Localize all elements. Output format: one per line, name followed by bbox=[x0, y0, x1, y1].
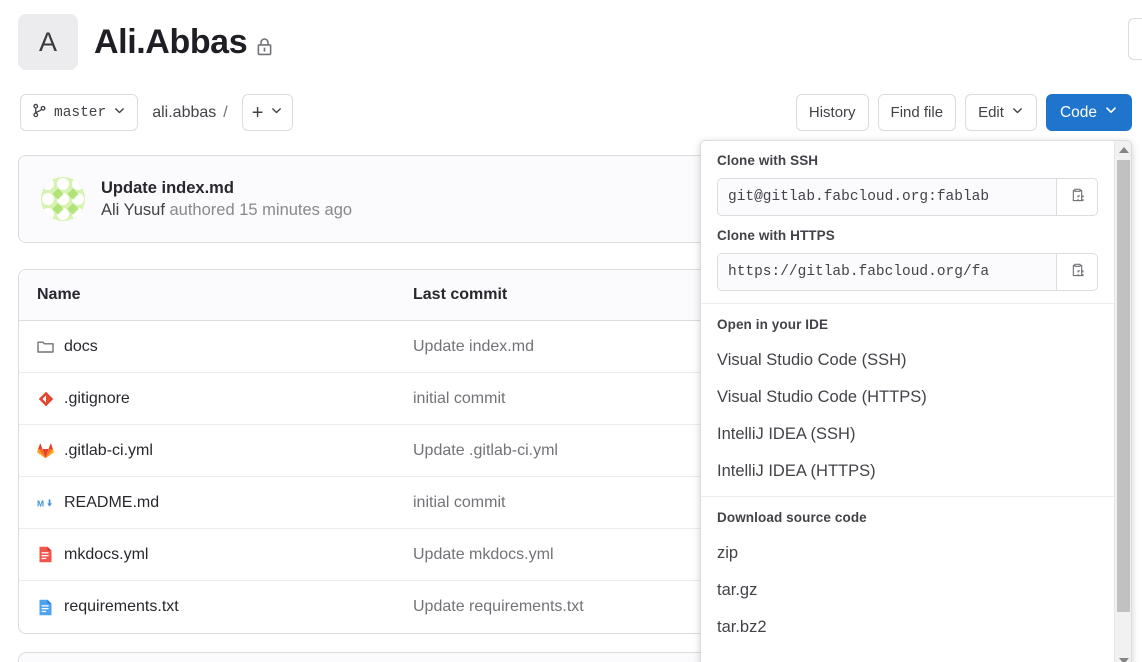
gitignore-icon bbox=[37, 390, 54, 407]
commit-message[interactable]: Update index.md bbox=[101, 179, 352, 198]
page-title: Ali.Abbas bbox=[94, 23, 248, 61]
clone-https-heading: Clone with HTTPS bbox=[717, 228, 835, 243]
repo-toolbar-right: History Find file Edit Code bbox=[795, 94, 1132, 131]
file-name-cell[interactable]: .gitignore bbox=[37, 390, 413, 408]
file-name-label: README.md bbox=[64, 493, 160, 511]
find-file-button[interactable]: Find file bbox=[877, 94, 957, 131]
project-avatar: A bbox=[18, 14, 78, 70]
download-item-zip[interactable]: zip bbox=[717, 535, 1098, 572]
add-to-tree-button[interactable]: + bbox=[241, 94, 294, 131]
dropdown-scrollbar[interactable] bbox=[1114, 141, 1131, 662]
open-in-ide-section: Open in your IDE Visual Studio Code (SSH… bbox=[701, 303, 1114, 496]
clipboard-icon bbox=[1069, 187, 1086, 207]
commit-author[interactable]: Ali Yusuf bbox=[101, 201, 165, 219]
commit-meta: Ali Yusuf authored 15 minutes ago bbox=[101, 201, 352, 220]
branch-icon bbox=[32, 103, 47, 122]
scrollbar-thumb[interactable] bbox=[1117, 160, 1130, 612]
chevron-down-icon bbox=[113, 104, 126, 121]
text-file-icon bbox=[37, 599, 54, 616]
plus-icon: + bbox=[251, 101, 264, 124]
code-button-label: Code bbox=[1059, 103, 1097, 121]
file-name-cell[interactable]: docs bbox=[37, 338, 413, 356]
clone-https-input[interactable] bbox=[718, 254, 1056, 290]
scrollbar-down-arrow[interactable] bbox=[1115, 652, 1131, 662]
download-item-tarbz2[interactable]: tar.bz2 bbox=[717, 609, 1098, 646]
triangle-down-icon bbox=[1118, 657, 1129, 662]
file-name-label: docs bbox=[64, 337, 98, 355]
branch-name-label: master bbox=[54, 104, 107, 121]
repo-toolbar-left: master ali.abbas / + bbox=[20, 94, 294, 131]
download-source-heading: Download source code bbox=[717, 510, 867, 525]
ide-item-intellij-https[interactable]: IntelliJ IDEA (HTTPS) bbox=[717, 453, 1098, 490]
file-name-cell[interactable]: .gitlab-ci.yml bbox=[37, 442, 413, 460]
download-source-section: Download source code zip tar.gz tar.bz2 bbox=[701, 496, 1114, 658]
commit-details: Update index.md Ali Yusuf authored 15 mi… bbox=[101, 179, 352, 220]
edit-button-label: Edit bbox=[978, 104, 1004, 121]
gitlab-icon bbox=[37, 442, 54, 459]
download-item-targz[interactable]: tar.gz bbox=[717, 572, 1098, 609]
history-button-label: History bbox=[808, 104, 856, 121]
svg-text:M: M bbox=[37, 498, 44, 508]
yaml-file-icon bbox=[37, 546, 54, 563]
breadcrumb-separator: / bbox=[223, 103, 228, 121]
open-in-ide-heading: Open in your IDE bbox=[717, 317, 829, 332]
clone-ssh-input[interactable] bbox=[718, 179, 1056, 215]
offscreen-button-stub[interactable] bbox=[1128, 18, 1142, 60]
commit-timestamp: authored 15 minutes ago bbox=[169, 200, 353, 219]
lock-icon bbox=[256, 37, 273, 56]
copy-https-url-button[interactable] bbox=[1056, 254, 1097, 290]
avatar bbox=[41, 177, 85, 221]
file-name-label: .gitignore bbox=[64, 389, 130, 407]
project-avatar-letter: A bbox=[38, 26, 57, 57]
file-name-cell[interactable]: M README.md bbox=[37, 494, 413, 512]
gitlab-repository-page: A Ali.Abbas master ali.abbas / + History… bbox=[0, 0, 1142, 662]
clone-https-field-wrap bbox=[717, 253, 1098, 291]
ide-item-vscode-ssh[interactable]: Visual Studio Code (SSH) bbox=[717, 342, 1098, 379]
history-button[interactable]: History bbox=[795, 94, 869, 131]
folder-icon bbox=[37, 338, 54, 355]
clone-ssh-field-wrap bbox=[717, 178, 1098, 216]
page-header: A Ali.Abbas bbox=[18, 14, 273, 70]
clone-section: Clone with SSH Clone with HTTPS bbox=[701, 141, 1114, 303]
chevron-down-icon bbox=[270, 104, 283, 121]
scrollbar-up-arrow[interactable] bbox=[1115, 141, 1131, 158]
branch-selector-button[interactable]: master bbox=[20, 94, 139, 131]
breadcrumb-path[interactable]: ali.abbas bbox=[152, 104, 216, 121]
markdown-icon: M bbox=[37, 494, 54, 511]
chevron-down-icon bbox=[1104, 103, 1118, 122]
ide-item-vscode-https[interactable]: Visual Studio Code (HTTPS) bbox=[717, 379, 1098, 416]
find-file-button-label: Find file bbox=[890, 104, 944, 121]
file-name-label: mkdocs.yml bbox=[64, 545, 149, 563]
file-name-cell[interactable]: mkdocs.yml bbox=[37, 546, 413, 564]
file-name-label: .gitlab-ci.yml bbox=[64, 441, 153, 459]
clone-ssh-heading: Clone with SSH bbox=[717, 153, 819, 168]
triangle-up-icon bbox=[1118, 146, 1129, 153]
file-name-label: requirements.txt bbox=[64, 598, 179, 615]
code-dropdown-body: Clone with SSH Clone with HTTPS bbox=[701, 141, 1114, 662]
clipboard-icon bbox=[1069, 262, 1086, 282]
ide-item-intellij-ssh[interactable]: IntelliJ IDEA (SSH) bbox=[717, 416, 1098, 453]
edit-button[interactable]: Edit bbox=[965, 94, 1037, 131]
chevron-down-icon bbox=[1011, 104, 1024, 121]
file-name-cell[interactable]: requirements.txt bbox=[37, 598, 413, 616]
column-header-name: Name bbox=[37, 286, 81, 303]
copy-ssh-url-button[interactable] bbox=[1056, 179, 1097, 215]
code-button[interactable]: Code bbox=[1045, 94, 1132, 131]
code-dropdown-panel: Clone with SSH Clone with HTTPS bbox=[700, 140, 1132, 662]
breadcrumb[interactable]: ali.abbas / bbox=[152, 104, 228, 122]
